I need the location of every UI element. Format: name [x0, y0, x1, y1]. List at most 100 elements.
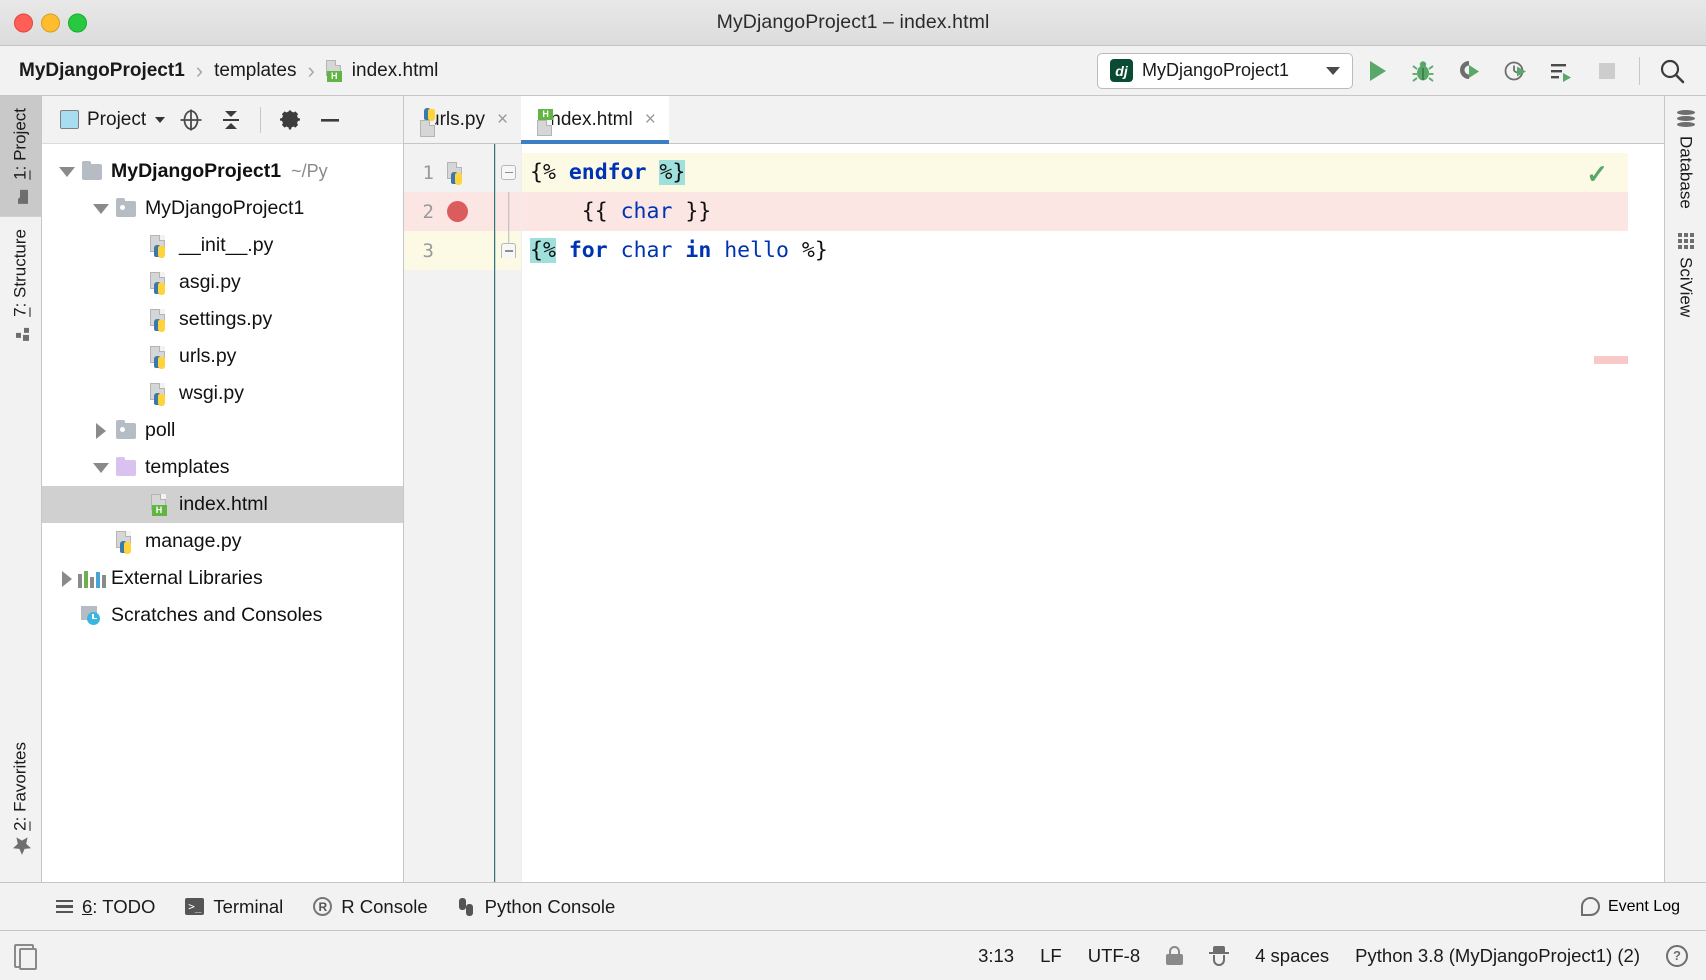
- chevron-down-icon: [1326, 67, 1340, 75]
- tree-row-index-html[interactable]: Hindex.html: [42, 486, 403, 523]
- tool-window-python-console[interactable]: Python Console: [458, 896, 616, 918]
- breadcrumb-item-project[interactable]: MyDjangoProject1: [16, 58, 188, 84]
- chevron-down-icon: [155, 117, 165, 123]
- profile-button[interactable]: [1493, 51, 1537, 91]
- tree-row-init-py[interactable]: __init__.py: [42, 227, 403, 264]
- collapse-all-icon: [220, 108, 242, 132]
- tree-twisty[interactable]: [88, 463, 114, 473]
- code-token: }}: [672, 199, 711, 224]
- sidebar-item-structure[interactable]: 7: Structure: [0, 217, 41, 354]
- error-stripe-marker[interactable]: [1594, 356, 1628, 364]
- sidebar-item-database[interactable]: Database: [1676, 110, 1696, 209]
- tree-row-icon: [80, 606, 104, 626]
- tree-row-asgi-py[interactable]: asgi.py: [42, 264, 403, 301]
- python-file-icon: [150, 383, 170, 405]
- tool-window-terminal[interactable]: >_ Terminal: [185, 896, 283, 918]
- gutter-breakpoint[interactable]: [434, 201, 480, 222]
- toggle-tool-windows-button[interactable]: [14, 944, 34, 968]
- tool-window-todo[interactable]: 6: TODO: [56, 896, 155, 918]
- maximize-window-button[interactable]: [68, 13, 87, 32]
- collapse-all-button[interactable]: [213, 102, 249, 138]
- sidebar-item-project[interactable]: 1: Project: [0, 96, 41, 217]
- tree-row-manage-py[interactable]: manage.py: [42, 523, 403, 560]
- tree-row-templates[interactable]: templates: [42, 449, 403, 486]
- tool-window-r-console[interactable]: R R Console: [313, 896, 427, 918]
- debug-button[interactable]: [1401, 51, 1445, 91]
- check-icon[interactable]: ✓: [1586, 159, 1608, 190]
- fold-region-start[interactable]: [496, 153, 521, 192]
- caret-position[interactable]: 3:13: [978, 945, 1014, 967]
- editor-right-margin: [1628, 144, 1664, 882]
- tree-row-scratches-and-consoles[interactable]: Scratches and Consoles: [42, 597, 403, 634]
- line-separator[interactable]: LF: [1040, 945, 1062, 967]
- editor-gutter[interactable]: 1 2 3: [404, 144, 496, 882]
- breadcrumb-item-templates[interactable]: templates: [211, 58, 299, 84]
- sidebar-item-favorites[interactable]: 2: Favorites: [0, 730, 41, 868]
- tree-row-mydjangoproject1[interactable]: MyDjangoProject1: [42, 190, 403, 227]
- terminal-icon: >_: [185, 898, 204, 915]
- tree-twisty[interactable]: [88, 423, 114, 439]
- fold-region-end[interactable]: [496, 231, 521, 270]
- django-badge-icon: dj: [1110, 59, 1133, 82]
- file-encoding[interactable]: UTF-8: [1088, 945, 1140, 967]
- breadcrumb-item-file[interactable]: H index.html: [323, 58, 442, 84]
- python-interpreter[interactable]: Python 3.8 (MyDjangoProject1) (2): [1355, 945, 1640, 967]
- breadcrumb-separator-icon: ›: [301, 58, 320, 84]
- tool-window-event-log[interactable]: Event Log: [1581, 897, 1706, 916]
- run-configuration-name: MyDjangoProject1: [1142, 60, 1317, 81]
- stop-icon: [1597, 61, 1617, 81]
- run-with-coverage-button[interactable]: [1447, 51, 1491, 91]
- tree-row-urls-py[interactable]: urls.py: [42, 338, 403, 375]
- editor-tab-urls-py[interactable]: urls.py×: [404, 96, 521, 143]
- project-view-selector[interactable]: Project: [60, 109, 165, 131]
- project-view-icon: [60, 110, 79, 129]
- tree-row-mydjangoproject1[interactable]: MyDjangoProject1~/Py: [42, 153, 403, 190]
- structure-icon: [13, 326, 29, 342]
- editor-tab-index-html[interactable]: Hindex.html×: [521, 96, 669, 143]
- tree-twisty[interactable]: [88, 204, 114, 214]
- tree-row-settings-py[interactable]: settings.py: [42, 301, 403, 338]
- close-icon[interactable]: ×: [497, 109, 508, 131]
- coverage-icon: [1457, 59, 1481, 83]
- project-view-label: Project: [87, 109, 146, 131]
- search-everywhere-button[interactable]: [1650, 51, 1694, 91]
- tree-row-label: index.html: [179, 493, 268, 516]
- tree-twisty[interactable]: [54, 571, 80, 587]
- settings-button[interactable]: [272, 102, 308, 138]
- minimize-window-button[interactable]: [41, 13, 60, 32]
- code-line-2[interactable]: {{ char }}: [522, 192, 1628, 231]
- sidebar-item-favorites-label: 2: Favorites: [11, 742, 31, 831]
- tree-row-wsgi-py[interactable]: wsgi.py: [42, 375, 403, 412]
- tree-row-external-libraries[interactable]: External Libraries: [42, 560, 403, 597]
- gutter-run-marker[interactable]: [434, 162, 480, 184]
- unlocked-icon[interactable]: [1166, 946, 1183, 965]
- code-editor[interactable]: {% endfor %} {{ char }}{% for char in he…: [522, 144, 1628, 882]
- tree-row-poll[interactable]: poll: [42, 412, 403, 449]
- tree-row-icon: [114, 531, 138, 553]
- project-tree[interactable]: MyDjangoProject1~/PyMyDjangoProject1__in…: [42, 144, 403, 882]
- sidebar-item-sciview[interactable]: SciView: [1676, 233, 1696, 317]
- run-button[interactable]: [1355, 51, 1399, 91]
- tree-row-label: External Libraries: [111, 567, 263, 590]
- help-settings-icon[interactable]: ?: [1666, 945, 1688, 967]
- tree-row-label: settings.py: [179, 308, 272, 331]
- hector-icon[interactable]: [1209, 946, 1229, 966]
- hide-button[interactable]: [312, 102, 348, 138]
- sidebar-item-sciview-label: SciView: [1676, 257, 1696, 317]
- close-window-button[interactable]: [14, 13, 33, 32]
- code-line-3[interactable]: {% endfor %}: [522, 153, 1628, 192]
- indent-setting[interactable]: 4 spaces: [1255, 945, 1329, 967]
- folder-templates-icon: [116, 460, 136, 476]
- tree-twisty[interactable]: [54, 167, 80, 177]
- code-token: endfor: [569, 160, 647, 185]
- code-line-1[interactable]: {% for char in hello %}: [522, 231, 1628, 270]
- close-icon[interactable]: ×: [645, 109, 656, 131]
- stop-button[interactable]: [1585, 51, 1629, 91]
- run-configuration-selector[interactable]: dj MyDjangoProject1: [1097, 53, 1353, 89]
- scroll-from-source-button[interactable]: [173, 102, 209, 138]
- python-console-icon: [458, 898, 476, 916]
- editor-fold-column[interactable]: [496, 144, 522, 882]
- run-manage-task-button[interactable]: [1539, 51, 1583, 91]
- breakpoint-icon: [447, 201, 468, 222]
- code-token: char: [621, 199, 673, 224]
